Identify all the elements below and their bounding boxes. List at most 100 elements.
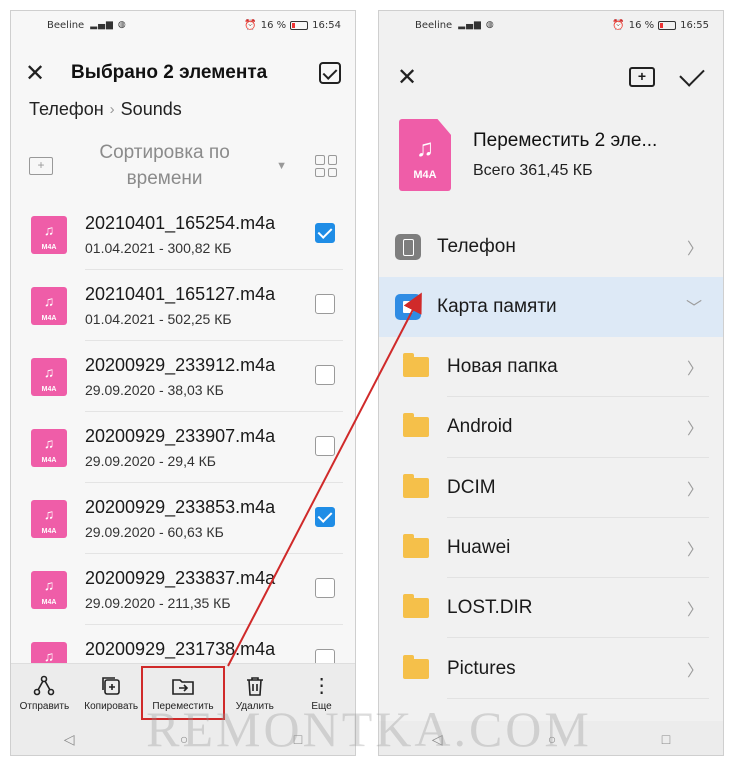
move-button[interactable]: Переместить [140,665,225,720]
file-row[interactable]: ♫ M4A 20200929_233837.m4a 29.09.2020 - 211,… [11,554,355,625]
file-ext-label: M4A [41,598,57,606]
file-checkbox[interactable] [315,223,335,243]
file-name: 20200929_233907.m4a [85,426,276,446]
home-icon[interactable]: ○ [180,731,188,747]
chevron-right-icon: 〉 [686,361,703,379]
file-meta: 29.09.2020 - 38,03 КБ [85,382,224,398]
file-checkbox[interactable] [315,436,335,456]
location-sd-card[interactable]: Карта памяти 〉 [379,277,723,337]
sort-dropdown[interactable]: Сортировка по времени [53,140,276,192]
folder-label: Новая папка [447,356,558,378]
folder-label: Android [447,416,513,438]
new-folder-icon[interactable]: + [29,157,53,175]
right-phone-screen: Beeline ▂▄▆ ◍ ⏰ 16 % 16:55 ✕ + ♫ M4A Пер… [378,10,724,756]
move-label: Переместить [152,700,214,712]
move-dialog-header: ✕ + [379,49,723,105]
home-icon[interactable]: ○ [548,731,556,747]
trash-icon [243,674,267,698]
folder-label: Huawei [447,537,511,559]
folder-icon [403,534,429,559]
confirm-check-icon[interactable] [679,61,705,87]
caret-down-icon[interactable]: ▼ [276,160,287,172]
clock: 16:54 [312,19,341,31]
audio-file-icon: ♫M4A [31,215,67,254]
audio-file-icon: ♫M4A [31,286,67,325]
alarm-icon: ⏰ [612,19,625,31]
clock: 16:55 [680,19,709,31]
share-button[interactable]: Отправить [11,674,77,712]
file-row[interactable]: ♫ M4A 20200929_233912.m4a 29.09.2020 - 38,0… [11,341,355,412]
file-row[interactable]: ♫ M4A 20210401_165254.m4a 01.04.2021 - 300,… [11,199,355,270]
alarm-icon: ⏰ [244,19,257,31]
close-icon[interactable]: ✕ [25,59,57,88]
folder-row[interactable]: Pictures 〉 [379,638,723,700]
file-list: ♫ M4A 20210401_165254.m4a 01.04.2021 - 300,… [11,199,355,696]
file-name: 20210401_165127.m4a [85,284,276,304]
signal-icon: ▂▄▆ ◍ [90,20,127,30]
audio-file-icon: ♫ M4A [399,119,451,191]
file-name: 20200929_233837.m4a [85,568,276,588]
folder-label: Pictures [447,657,516,679]
more-button[interactable]: ⋮ Еще [289,674,355,712]
delete-label: Удалить [235,700,274,712]
folder-row[interactable]: LOST.DIR 〉 [379,578,723,639]
folder-label: LOST.DIR [447,597,533,619]
recents-icon[interactable]: □ [294,731,302,747]
folder-list: Новая папка 〉 Android 〉 DCIM 〉 Huawei 〉 LOST.DIR… [379,337,723,700]
file-row[interactable]: ♫ M4A 20200929_233907.m4a 29.09.2020 - 29,4… [11,412,355,483]
file-row[interactable]: ♫ M4A 20200929_233853.m4a 29.09.2020 - 60,6… [11,483,355,554]
system-nav-bar: ◁ ○ □ [379,721,723,755]
battery-icon [290,20,309,30]
audio-file-icon: ♫M4A [31,357,67,396]
folder-icon [403,353,429,378]
file-ext-label: M4A [41,243,57,251]
copy-button[interactable]: Копировать [78,674,144,712]
chevron-down-icon: 〉 [683,298,701,316]
folder-icon [403,473,429,498]
back-icon[interactable]: ◁ [432,731,443,748]
share-icon [32,674,56,698]
copy-icon [99,674,123,698]
location-label: Телефон [437,236,516,257]
file-checkbox[interactable] [315,294,335,314]
move-summary: ♫ M4A Переместить 2 эле... Всего 361,45 … [379,107,723,203]
status-bar: Beeline ▂▄▆ ◍ ⏰ 16 % 16:54 [11,11,355,39]
file-name: 20210401_165254.m4a [85,213,276,233]
chevron-right-icon: 〉 [686,602,703,620]
phone-storage-icon [395,234,421,260]
recents-icon[interactable]: □ [662,731,670,747]
folder-icon [403,654,429,679]
breadcrumb: Телефон › Sounds [29,99,182,120]
file-checkbox[interactable] [315,507,335,527]
file-ext-label: M4A [41,456,57,464]
folder-row[interactable]: Новая папка 〉 [379,337,723,398]
chevron-right-icon: › [109,101,115,118]
delete-button[interactable]: Удалить [222,674,288,712]
more-vertical-icon: ⋮ [311,675,332,697]
breadcrumb-current: Sounds [120,99,182,119]
location-phone[interactable]: Телефон 〉 [379,217,723,277]
chevron-right-icon: 〉 [686,542,703,560]
folder-row[interactable]: DCIM 〉 [379,458,723,519]
new-folder-icon[interactable]: + [629,67,655,87]
chevron-right-icon: 〉 [686,481,703,499]
folder-row[interactable]: Huawei 〉 [379,518,723,579]
file-ext-label: M4A [41,385,57,393]
file-ext-label: M4A [41,314,57,322]
breadcrumb-root[interactable]: Телефон [29,99,104,120]
folder-row[interactable]: Android 〉 [379,397,723,458]
select-all-icon[interactable] [319,62,341,84]
file-meta: 29.09.2020 - 29,4 КБ [85,453,216,469]
file-checkbox[interactable] [315,365,335,385]
left-phone-screen: Beeline ▂▄▆ ◍ ⏰ 16 % 16:54 ✕ Выбрано 2 э… [10,10,356,756]
battery-percent: 16 % [260,19,287,31]
grid-view-icon[interactable] [315,155,337,177]
copy-label: Копировать [84,700,139,712]
folder-label: DCIM [447,476,496,498]
battery-icon [658,20,677,30]
close-icon[interactable]: ✕ [397,63,417,92]
file-checkbox[interactable] [315,578,335,598]
file-row[interactable]: ♫ M4A 20210401_165127.m4a 01.04.2021 - 502,… [11,270,355,341]
back-icon[interactable]: ◁ [64,731,75,748]
file-ext-label: M4A [41,527,57,535]
